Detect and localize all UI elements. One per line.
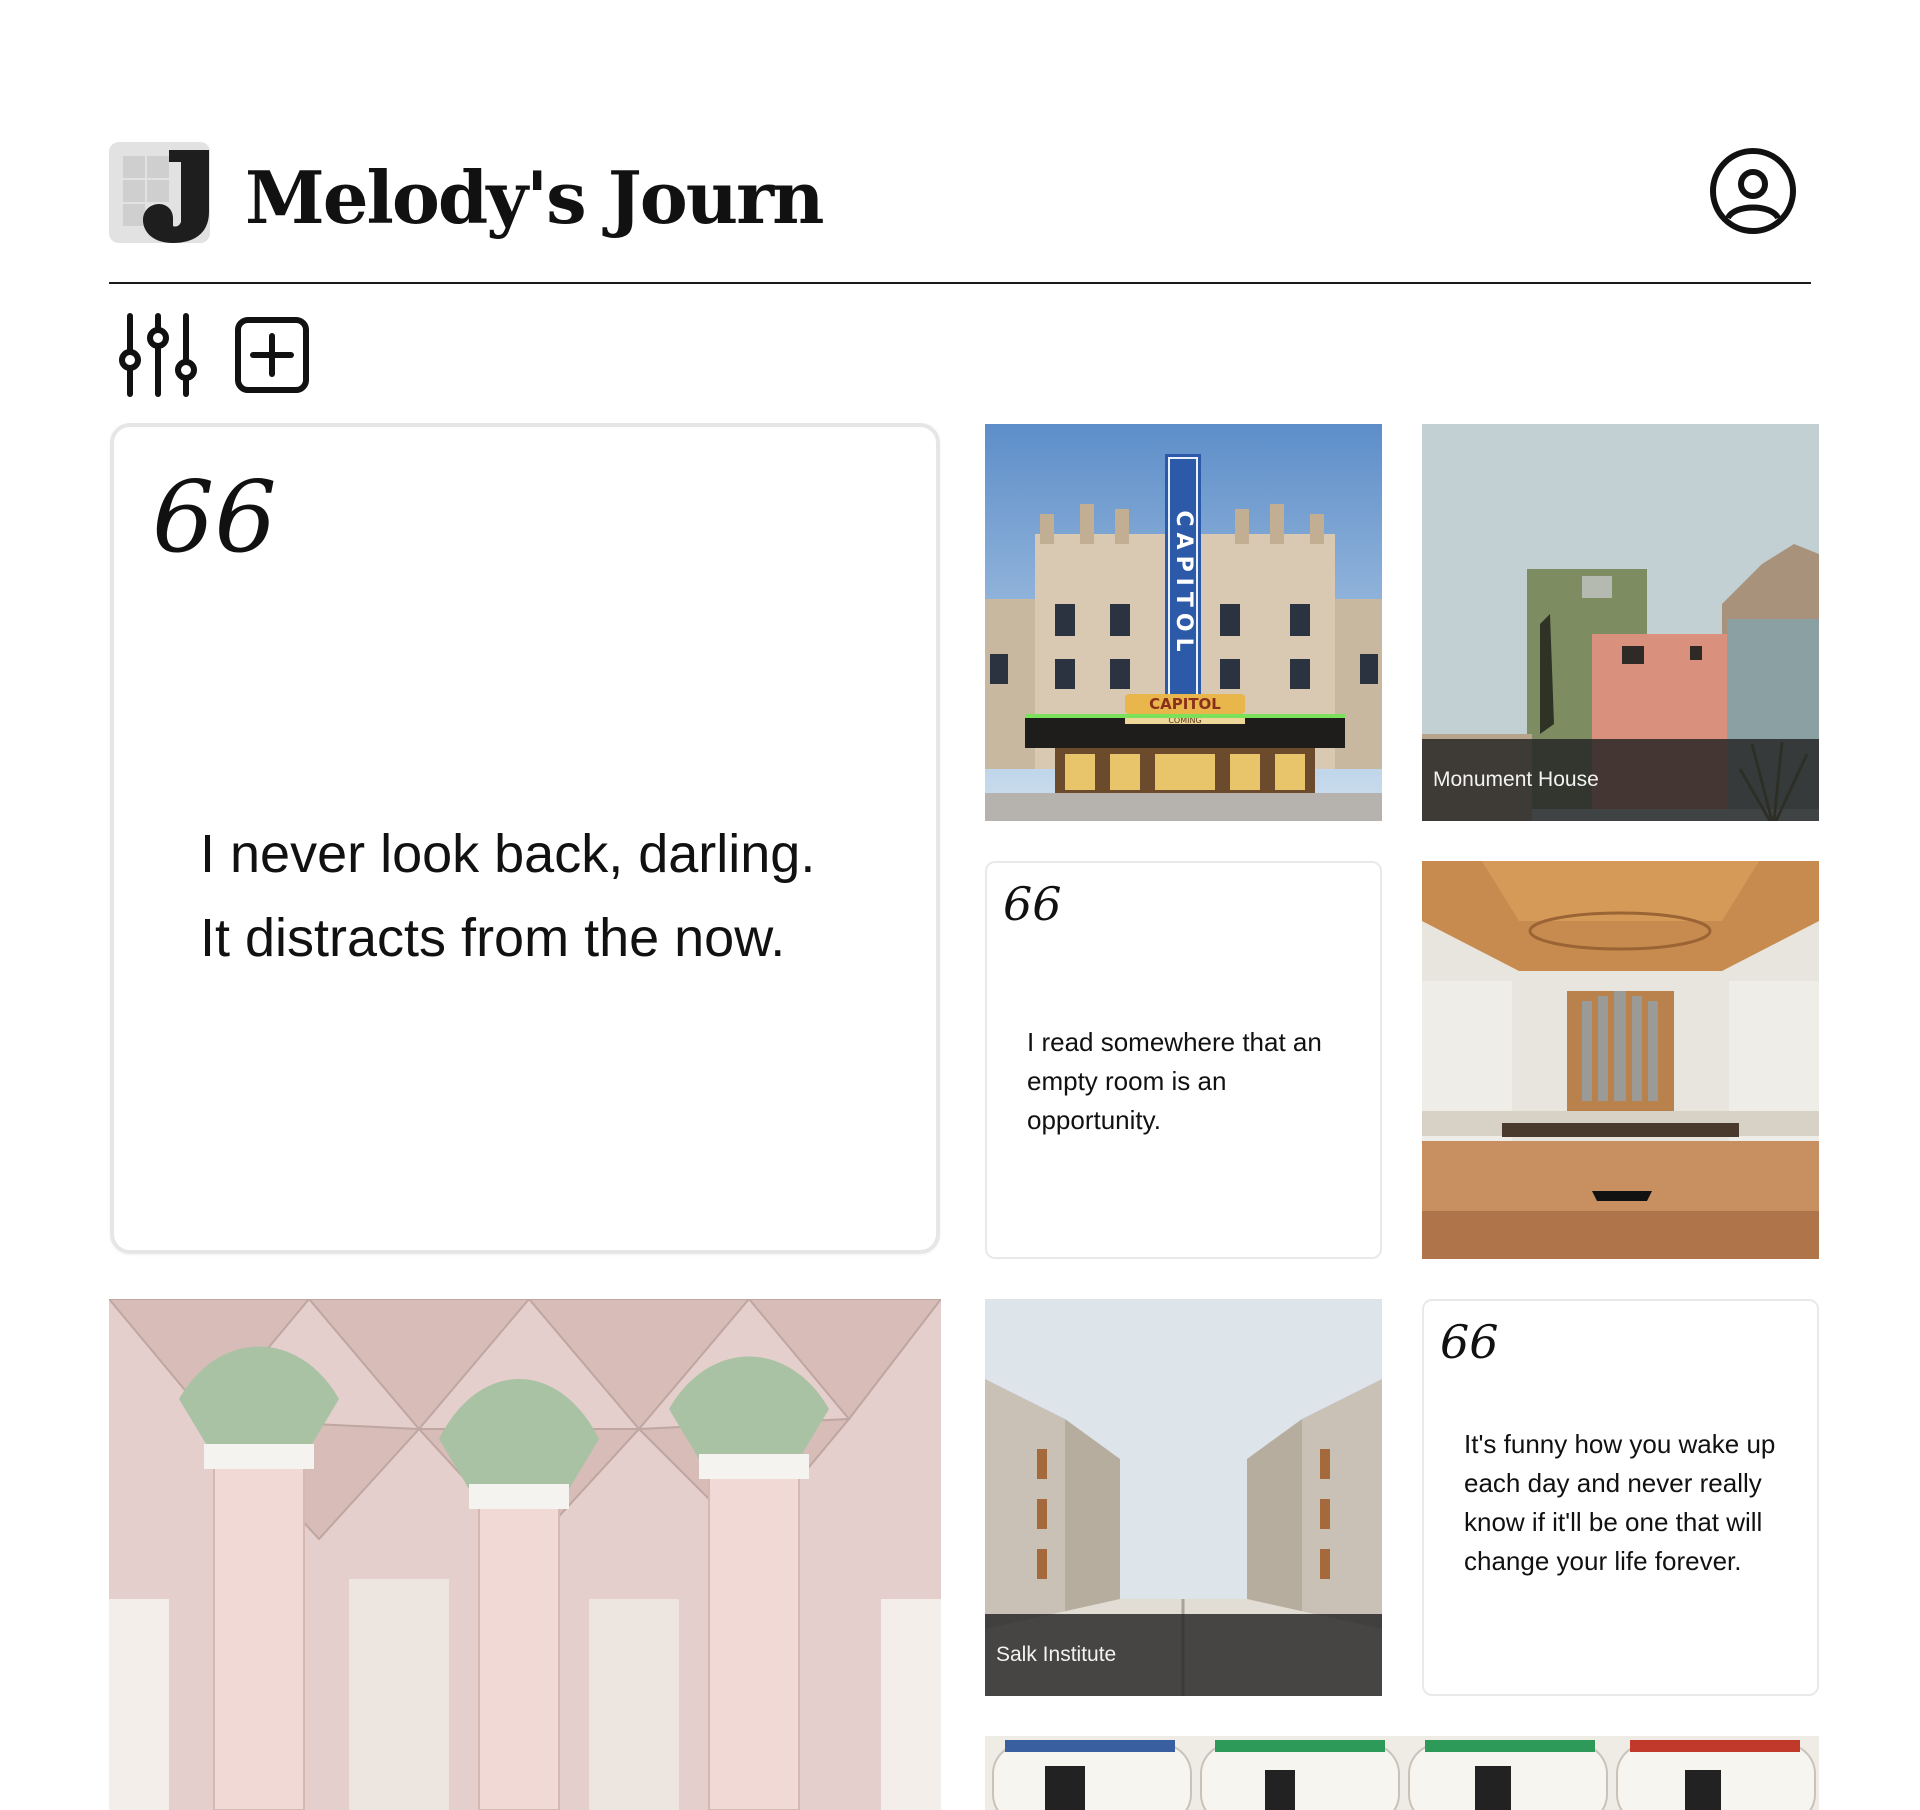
photo-card-concert-hall[interactable]	[1422, 861, 1819, 1259]
quote-card[interactable]: 66 I never look back, darling. It distra…	[110, 423, 940, 1254]
photo-card-cathedral[interactable]	[109, 1299, 941, 1810]
quote-card[interactable]: 66 It's funny how you wake up each day a…	[1422, 1299, 1819, 1696]
photo-card-monument-house[interactable]: Monument House	[1422, 424, 1819, 821]
caption-text: Monument House	[1433, 768, 1599, 791]
quote-text: I read somewhere that an empty room is a…	[1027, 1027, 1322, 1135]
header-divider	[109, 282, 1811, 284]
quote-mark: 66	[1003, 877, 1062, 931]
marquee-text: CAPITOL	[1149, 695, 1221, 713]
photo-card-salk-institute[interactable]: Salk Institute	[985, 1299, 1382, 1696]
quote-card[interactable]: 66 I read somewhere that an empty room i…	[985, 861, 1382, 1259]
quote-text: It's funny how you wake up each day and …	[1464, 1429, 1776, 1576]
photo-caption: Monument House	[1422, 739, 1819, 821]
photo-caption: Salk Institute	[985, 1614, 1382, 1696]
journal-logo-icon[interactable]	[109, 142, 210, 243]
sliders-icon[interactable]	[118, 312, 198, 398]
quote-line: It distracts from the now.	[200, 908, 786, 968]
quote-mark: 66	[152, 461, 277, 575]
quote-mark: 66	[1440, 1315, 1499, 1369]
user-circle-icon[interactable]	[1708, 146, 1798, 236]
quote-text: I never look back, darling. It distracts…	[200, 812, 900, 980]
capitol-sign-text: CAPITOL	[1171, 510, 1196, 657]
photo-card-sake-barrels[interactable]	[985, 1736, 1819, 1810]
quote-line: I never look back, darling.	[200, 824, 816, 884]
plus-square-icon[interactable]	[232, 312, 312, 398]
photo-card-capitol-theater[interactable]: CAPITOL CAPITOL COMING	[985, 424, 1382, 821]
caption-text: Salk Institute	[996, 1643, 1117, 1666]
page-title: Melody's Journ	[245, 155, 824, 240]
